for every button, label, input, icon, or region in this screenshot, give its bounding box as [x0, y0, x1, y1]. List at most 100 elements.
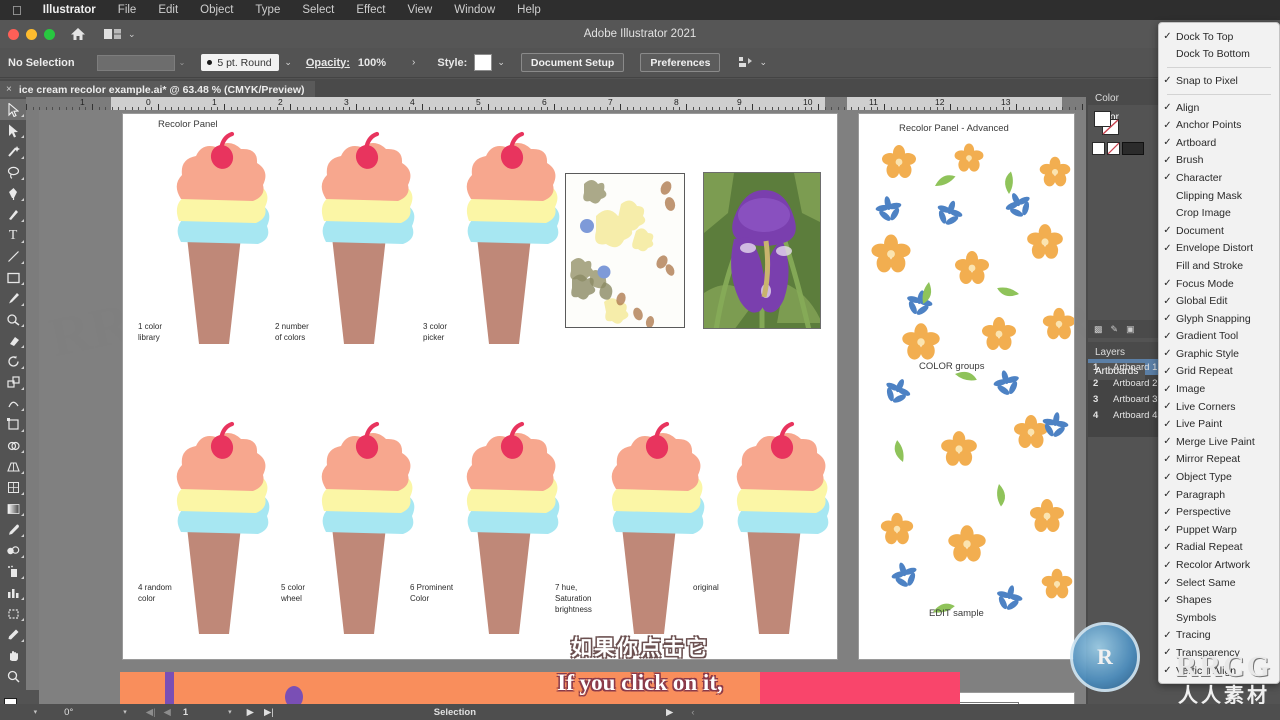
fill-chevron-down-icon[interactable]: ⌄	[179, 58, 186, 67]
menu-item-edit[interactable]: Edit	[147, 4, 189, 16]
menu-item-merge-live-paint[interactable]: ✓ Merge Live Paint	[1159, 433, 1279, 451]
status-chevron-icon[interactable]: ‹	[691, 707, 694, 718]
status-next-icon[interactable]: ▶	[666, 707, 673, 718]
brushes-icon[interactable]: ✎	[1111, 324, 1119, 335]
menu-item-select[interactable]: Select	[291, 4, 345, 16]
preferences-button[interactable]: Preferences	[640, 53, 721, 72]
artboard-number[interactable]: 1	[183, 707, 188, 718]
purple-iris-photo[interactable]	[703, 172, 821, 329]
next-artboard-icon[interactable]: ▶	[247, 707, 254, 718]
pen-tool[interactable]	[0, 183, 26, 204]
artboard-row-4[interactable]: 4 Artboard 4	[1088, 407, 1160, 423]
menu-item-select-same[interactable]: ✓ Select Same	[1159, 574, 1279, 592]
menu-item-type[interactable]: Type	[244, 4, 291, 16]
blend-tool[interactable]	[0, 540, 26, 561]
align-chevron-down-icon[interactable]: ⌄	[759, 57, 767, 68]
symbol-sprayer-tool[interactable]	[0, 561, 26, 582]
menu-item-radial-repeat[interactable]: ✓ Radial Repeat	[1159, 539, 1279, 557]
free-transform-tool[interactable]	[0, 414, 26, 435]
white-color-swatch[interactable]	[1107, 142, 1120, 155]
zoom-chevron-down-icon[interactable]: ▾	[34, 708, 38, 716]
direct-selection-tool[interactable]	[0, 120, 26, 141]
menu-item-paragraph[interactable]: ✓ Paragraph	[1159, 486, 1279, 504]
angle-chevron-down-icon[interactable]: ▾	[123, 708, 127, 716]
opacity-more-arrow-icon[interactable]: ›	[412, 57, 415, 68]
perspective-grid-tool[interactable]	[0, 456, 26, 477]
eraser-tool[interactable]	[0, 330, 26, 351]
shaper-tool[interactable]	[0, 309, 26, 330]
artboard-row-3[interactable]: 3 Artboard 3	[1088, 391, 1160, 407]
lasso-tool[interactable]	[0, 162, 26, 183]
curvature-tool[interactable]	[0, 204, 26, 225]
last-artboard-icon[interactable]: ▶|	[264, 707, 274, 718]
menu-item-fill-and-stroke[interactable]: Fill and Stroke	[1159, 257, 1279, 275]
color-panel[interactable]: Color Color	[1088, 88, 1158, 155]
stroke-profile-selector[interactable]: 5 pt. Round	[201, 54, 280, 71]
fill-stroke-swatch-icon[interactable]	[1094, 111, 1122, 137]
menu-item-brush[interactable]: ✓ Brush	[1159, 152, 1279, 170]
type-tool[interactable]: T	[0, 225, 26, 246]
fill-swatch[interactable]	[96, 54, 175, 71]
artboard-chevron-down-icon[interactable]: ▾	[228, 708, 232, 716]
scale-tool[interactable]	[0, 372, 26, 393]
menu-item-global-edit[interactable]: ✓ Global Edit	[1159, 292, 1279, 310]
document-setup-button[interactable]: Document Setup	[520, 53, 625, 72]
mesh-tool[interactable]	[0, 477, 26, 498]
zoom-level-field[interactable]	[26, 707, 29, 718]
current-tool-label[interactable]: Selection	[434, 707, 476, 718]
menu-item-help[interactable]: Help	[506, 4, 552, 16]
first-artboard-icon[interactable]: ◀|	[146, 707, 156, 718]
menu-item-puppet-warp[interactable]: ✓ Puppet Warp	[1159, 521, 1279, 539]
tab-layers[interactable]: Layers	[1088, 344, 1132, 361]
home-icon[interactable]	[69, 25, 87, 43]
arrange-documents-icon[interactable]	[103, 27, 123, 41]
swatches-icon[interactable]: ▩	[1094, 324, 1103, 335]
menu-item-file[interactable]: File	[107, 4, 148, 16]
symbols-icon[interactable]: ▣	[1126, 324, 1135, 335]
rotate-tool[interactable]	[0, 351, 26, 372]
paintbrush-tool[interactable]	[0, 288, 26, 309]
menu-item-glyph-snapping[interactable]: ✓ Glyph Snapping	[1159, 310, 1279, 328]
gradient-tool[interactable]	[0, 498, 26, 519]
shape-builder-tool[interactable]	[0, 435, 26, 456]
artboard-2[interactable]: Recolor Panel - Advanced COLOR groups ED…	[859, 114, 1074, 659]
style-chevron-down-icon[interactable]: ⌄	[497, 57, 505, 68]
menu-item-mirror-repeat[interactable]: ✓ Mirror Repeat	[1159, 451, 1279, 469]
menu-item-align[interactable]: ✓ Align	[1159, 99, 1279, 117]
maximize-button[interactable]	[44, 28, 55, 40]
menu-item-clipping-mask[interactable]: Clipping Mask	[1159, 187, 1279, 205]
layers-artboards-panel[interactable]: Layers Artboards 1 Artboard 1 2 Artboard…	[1088, 342, 1160, 437]
menu-item-shapes[interactable]: ✓ Shapes	[1159, 591, 1279, 609]
horizontal-ruler[interactable]: 1 0 1 2 3 4 5 6 7 8 9 10 11 12 13	[26, 97, 1086, 110]
menu-item-effect[interactable]: Effect	[345, 4, 396, 16]
menu-item-anchor-points[interactable]: ✓ Anchor Points	[1159, 116, 1279, 134]
menu-item-graphic-style[interactable]: ✓ Graphic Style	[1159, 345, 1279, 363]
menu-item-envelope-distort[interactable]: ✓ Envelope Distort	[1159, 240, 1279, 258]
menu-item-view[interactable]: View	[397, 4, 444, 16]
menu-item-symbols[interactable]: Symbols	[1159, 609, 1279, 627]
previous-artboard-icon[interactable]: ◀	[164, 707, 171, 718]
arrange-chevron-down-icon[interactable]: ⌄	[128, 29, 136, 40]
width-tool[interactable]	[0, 393, 26, 414]
menu-item-object[interactable]: Object	[189, 4, 244, 16]
magic-wand-tool[interactable]	[0, 141, 26, 162]
menu-item-crop-image[interactable]: Crop Image	[1159, 204, 1279, 222]
menu-item-document[interactable]: ✓ Document	[1159, 222, 1279, 240]
apple-logo-icon[interactable]: 	[6, 3, 32, 18]
menu-item-live-paint[interactable]: ✓ Live Paint	[1159, 415, 1279, 433]
rotation-angle[interactable]: 0°	[64, 707, 73, 718]
menu-app-name[interactable]: Illustrator	[32, 4, 107, 16]
menu-item-focus-mode[interactable]: ✓ Focus Mode	[1159, 275, 1279, 293]
document-tab[interactable]: × ice cream recolor example.ai* @ 63.48 …	[0, 80, 315, 99]
menu-item-live-corners[interactable]: ✓ Live Corners	[1159, 398, 1279, 416]
stroke-chevron-down-icon[interactable]: ⌄	[284, 57, 292, 68]
menu-item-window[interactable]: Window	[443, 4, 506, 16]
selection-tool[interactable]	[0, 99, 26, 120]
rectangle-tool[interactable]	[0, 267, 26, 288]
artboard-row-2[interactable]: 2 Artboard 2	[1088, 375, 1160, 391]
menu-item-object-type[interactable]: ✓ Object Type	[1159, 468, 1279, 486]
minimize-button[interactable]	[26, 28, 37, 40]
opacity-value[interactable]: 100%	[358, 57, 386, 69]
canvas-area[interactable]: RRCG RRCG RRCG RRCG 人人素材 人人素材 Recolor Pa…	[39, 110, 1086, 710]
menu-item-dock-to-top[interactable]: ✓ Dock To Top	[1159, 28, 1279, 46]
